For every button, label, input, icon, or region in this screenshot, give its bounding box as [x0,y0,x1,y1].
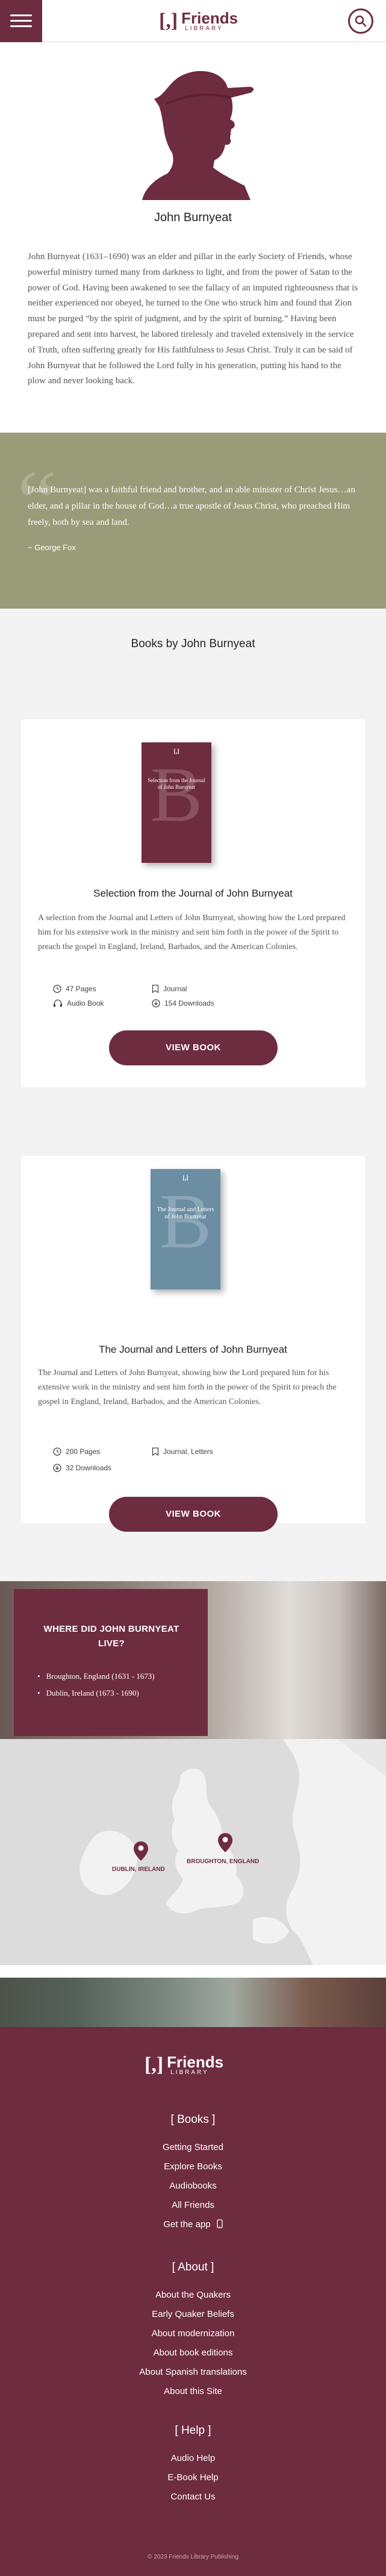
book-pages: 200 Pages [53,1447,100,1456]
book-pages-text: 47 Pages [66,985,96,993]
author-bio: John Burnyeat (1631–1690) was an elder a… [28,252,358,386]
footer-link-get-app[interactable]: Get the app [0,2219,386,2230]
copyright: © 2023 Friends Library Publishing [148,2554,238,2560]
site-logo[interactable]: [,] Friends LIBRARY [159,7,238,35]
footer-link-contact[interactable]: Contact Us [0,2492,386,2502]
quote-citation: ~ George Fox [28,543,76,552]
footer-link-book-editions[interactable]: About book editions [0,2348,386,2358]
book-description: The Journal and Letters of John Burnyeat… [38,1368,337,1406]
book-cover[interactable]: B [,] The Journal and Letters of John Bu… [151,1169,220,1290]
where-panel [14,1589,208,1736]
footer-books-heading: [ Books ] [170,2113,216,2126]
cover-letter: B [159,1178,212,1265]
cover-letter: B [150,751,203,838]
book-type-text: Journal, Letters [163,1447,213,1456]
book-title[interactable]: The Journal and Letters of John Burnyeat [21,1344,365,1356]
map-land [79,1739,386,1965]
bookmark-icon [152,985,159,993]
book-audio-text: Audio Book [67,999,104,1008]
quote-text: [John Burnyeat] was a faithful friend an… [28,485,355,527]
logo-text: Friends [181,8,238,27]
view-book-button[interactable]: VIEW BOOK [109,1030,278,1065]
footer-link-ebook-help[interactable]: E-Book Help [0,2472,386,2483]
download-icon [152,999,160,1008]
footer-about-heading: [ About ] [172,2261,214,2274]
footer-logo-mark: [,] [145,2054,164,2076]
book-cover[interactable]: B [,] Selection from the Journal of John… [142,742,211,863]
footer-help-heading: [ Help ] [175,2424,211,2437]
cover-logo: [,] [182,1175,188,1182]
book-downloads: 32 Downloads [53,1464,111,1472]
headphones-icon [54,999,62,1007]
where-place: Dublin, Ireland (1673 - 1690) [37,1685,155,1702]
book-downloads: 154 Downloads [152,999,214,1008]
map-pin-icon[interactable] [134,1841,148,1861]
map-pin-icon[interactable] [218,1833,232,1852]
book-description: A selection from the Journal and Letters… [38,914,346,951]
book-title[interactable]: Selection from the Journal of John Burny… [21,888,365,900]
cover-title: The Journal and Letters of John Burnyeat [157,1206,214,1220]
where-place: Broughton, England (1631 - 1673) [37,1668,155,1685]
footer-logo-text: Friends [167,2052,224,2071]
cover-logo: [,] [173,748,179,755]
where-list: Broughton, England (1631 - 1673) Dublin,… [37,1668,155,1702]
menu-button[interactable] [0,0,42,42]
clock-icon [53,985,61,993]
hamburger-icon-bar [10,25,32,27]
footer-logo[interactable]: [,] Friends LIBRARY [145,2050,223,2080]
site-header: [,] Friends LIBRARY [0,0,386,42]
author-name: John Burnyeat [154,211,232,224]
logo-mark: [,] [159,10,178,32]
map[interactable]: DUBLIN, IRELAND BROUGHTON, ENGLAND [0,1739,386,1965]
book-type-text: Journal [163,985,187,993]
map-pin-label: DUBLIN, IRELAND [112,1866,165,1873]
book-type: Journal, Letters [152,1447,213,1456]
book-type: Journal [152,985,187,993]
search-button[interactable] [348,8,373,34]
footer-link-getting-started[interactable]: Getting Started [0,2142,386,2152]
footer-link-audiobooks[interactable]: Audiobooks [0,2181,386,2191]
clock-icon [53,1447,61,1456]
footer-link-spanish-translations[interactable]: About Spanish translations [0,2367,386,2377]
author-silhouette-image [142,71,254,200]
books-heading: Books by John Burnyeat [131,638,255,650]
footer-link-about-site[interactable]: About this Site [0,2386,386,2396]
footer-link-all-friends[interactable]: All Friends [0,2200,386,2210]
footer-link-explore-books[interactable]: Explore Books [0,2161,386,2172]
search-icon [355,15,367,27]
hamburger-icon [10,14,32,16]
book-audio: Audio Book [53,999,104,1008]
footer-link-quaker-beliefs[interactable]: Early Quaker Beliefs [0,2309,386,2319]
view-book-button[interactable]: VIEW BOOK [109,1497,278,1532]
book-downloads-text: 154 Downloads [164,999,214,1008]
book-downloads-text: 32 Downloads [66,1464,112,1472]
book-pages-text: 200 Pages [66,1447,101,1456]
cover-title: Selection from the Journal of John Burny… [148,777,205,790]
map-pin-label: BROUGHTON, ENGLAND [187,1858,260,1865]
hamburger-icon-bar [10,20,32,22]
download-icon [53,1464,61,1472]
book-pages: 47 Pages [53,985,96,993]
footer-link-get-app-label: Get the app [163,2219,211,2230]
footer-link-audio-help[interactable]: Audio Help [0,2453,386,2463]
phone-icon [217,2219,223,2228]
footer-link-modernization[interactable]: About modernization [0,2328,386,2339]
footer-background-image [0,1978,386,2027]
bookmark-icon [152,1447,159,1456]
where-title: WHERE DID JOHN BURNYEAT LIVE? [43,1624,179,1649]
footer-link-about-quakers[interactable]: About the Quakers [0,2290,386,2300]
